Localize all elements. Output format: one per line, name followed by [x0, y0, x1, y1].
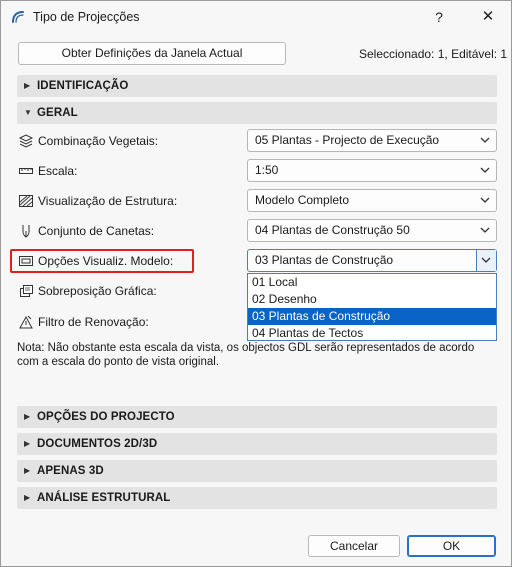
graphic-override-label: Sobreposição Gráfica:	[38, 284, 157, 298]
dropdown-option[interactable]: 01 Local	[248, 274, 496, 291]
structure-display-label: Visualização de Estrutura:	[38, 194, 178, 208]
renovation-filter-label: Filtro de Renovação:	[38, 315, 149, 329]
scale-label: Escala:	[38, 164, 78, 178]
archicad-app-icon	[12, 11, 24, 23]
get-current-window-settings-button[interactable]: Obter Definições da Janela Actual	[18, 42, 286, 65]
collapsed-arrow-icon: ▶	[24, 439, 31, 448]
title-bar[interactable]: Tipo de Projecções ? ✕	[1, 1, 511, 33]
graphic-override-icon	[20, 285, 33, 297]
layer-combination-icon	[18, 134, 34, 148]
model-view-options-value: 03 Plantas de Construção	[255, 253, 394, 267]
panel-title: OPÇÕES DO PROJECTO	[37, 411, 175, 423]
model-view-options-dropdown-list: 01 Local 02 Desenho 03 Plantas de Constr…	[247, 273, 497, 341]
cancel-button[interactable]: Cancelar	[308, 535, 400, 557]
chevron-down-icon	[480, 167, 490, 173]
panel-header-geral[interactable]: ▼ GERAL	[17, 102, 497, 124]
panel-title: ANÁLISE ESTRUTURAL	[37, 492, 171, 504]
model-view-options-label: Opções Visualiz. Modelo:	[38, 254, 174, 268]
layer-combination-value: 05 Plantas - Projecto de Execução	[255, 133, 440, 147]
scale-ruler-icon	[19, 168, 33, 174]
pen-set-select[interactable]: 04 Plantas de Construção 50	[247, 219, 497, 242]
chevron-down-icon	[480, 137, 490, 143]
scale-value: 1:50	[255, 163, 279, 177]
renovation-filter-icon	[19, 315, 33, 329]
collapsed-arrow-icon: ▶	[24, 493, 31, 502]
panel-header-apenas-3d[interactable]: ▶ APENAS 3D	[17, 460, 497, 482]
panel-title: IDENTIFICAÇÃO	[37, 80, 129, 92]
help-button[interactable]: ?	[427, 5, 451, 29]
layer-combination-select[interactable]: 05 Plantas - Projecto de Execução	[247, 129, 497, 152]
panel-title: APENAS 3D	[37, 465, 104, 477]
pen-set-value: 04 Plantas de Construção 50	[255, 223, 410, 237]
scale-note-text: Nota: Não obstante esta escala da vista,…	[17, 342, 475, 368]
structure-display-value: Modelo Completo	[255, 193, 350, 207]
pen-set-icon	[22, 225, 30, 238]
collapsed-arrow-icon: ▶	[24, 81, 31, 90]
layer-combination-label: Combinação Vegetais:	[38, 134, 159, 148]
panel-header-analise-estrutural[interactable]: ▶ ANÁLISE ESTRUTURAL	[17, 487, 497, 509]
model-view-options-select[interactable]: 03 Plantas de Construção	[247, 249, 497, 272]
chevron-down-icon	[480, 197, 490, 203]
panel-header-identificacao[interactable]: ▶ IDENTIFICAÇÃO	[17, 75, 497, 97]
pen-set-label: Conjunto de Canetas:	[38, 224, 155, 238]
window-title: Tipo de Projecções	[33, 10, 140, 24]
panel-header-documentos[interactable]: ▶ DOCUMENTOS 2D/3D	[17, 433, 497, 455]
selection-status: Seleccionado: 1, Editável: 1	[359, 47, 508, 61]
panel-title: GERAL	[37, 107, 78, 119]
dialog-window: Tipo de Projecções ? ✕ Obter Definições …	[0, 0, 512, 567]
chevron-down-icon	[481, 257, 491, 263]
expanded-arrow-icon: ▼	[24, 108, 32, 117]
ok-button[interactable]: OK	[407, 535, 496, 557]
panel-title: DOCUMENTOS 2D/3D	[37, 438, 158, 450]
dropdown-option-selected[interactable]: 03 Plantas de Construção	[248, 308, 496, 325]
collapsed-arrow-icon: ▶	[24, 412, 31, 421]
dropdown-option[interactable]: 02 Desenho	[248, 291, 496, 308]
structure-display-icon	[19, 195, 33, 207]
collapsed-arrow-icon: ▶	[24, 466, 31, 475]
structure-display-select[interactable]: Modelo Completo	[247, 189, 497, 212]
panel-header-opcoes-projecto[interactable]: ▶ OPÇÕES DO PROJECTO	[17, 406, 497, 428]
chevron-down-icon	[480, 227, 490, 233]
scale-select[interactable]: 1:50	[247, 159, 497, 182]
dropdown-option[interactable]: 04 Plantas de Tectos	[248, 325, 496, 342]
model-view-options-icon	[19, 256, 33, 266]
close-button[interactable]: ✕	[475, 5, 501, 29]
